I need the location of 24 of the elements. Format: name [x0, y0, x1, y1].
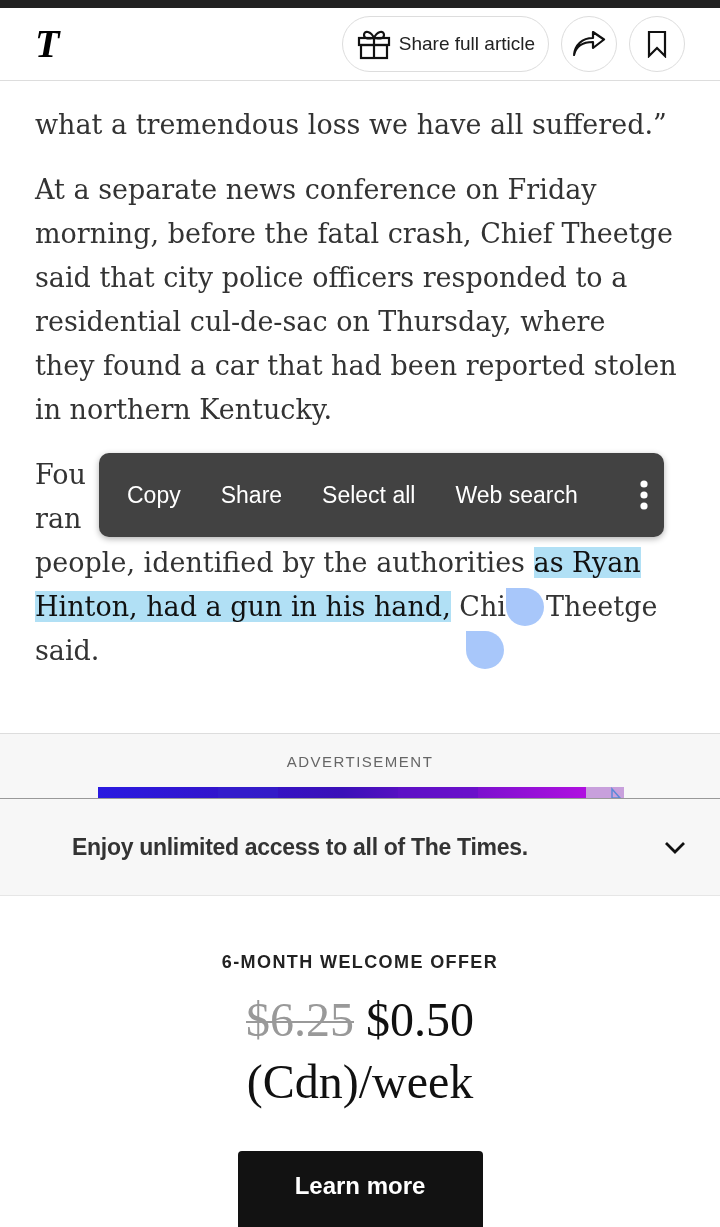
bookmark-button[interactable] — [629, 16, 685, 72]
price-period: (Cdn)/week — [246, 1054, 474, 1111]
article-paragraph: what a tremendous loss we have all suffered.” — [34, 108, 668, 142]
gift-icon — [356, 28, 391, 60]
offer-price: $0.50 — [366, 992, 474, 1048]
learn-more-button[interactable]: Learn more — [237, 1151, 483, 1227]
share-arrow-icon — [572, 31, 606, 57]
share-button[interactable] — [561, 16, 617, 72]
article-paragraph: At a separate news conference on Friday morning, before the fatal crash, Chief Theetge said that city police officers responded to a residential cul-de-sac on Thursday, where they found a car that had been reported stolen in northern Kentucky. — [33, 173, 678, 427]
more-icon — [640, 480, 648, 510]
menu-item[interactable]: Select all — [302, 465, 436, 525]
banner-text: Enjoy unlimited access to all of The Times. — [72, 833, 528, 861]
logo[interactable]: T — [35, 24, 60, 64]
ad-label: ADVERTISEMENT — [285, 752, 435, 771]
selection-handle[interactable] — [466, 631, 504, 669]
chevron-down-icon[interactable] — [664, 840, 686, 854]
menu-item[interactable]: Copy — [107, 465, 201, 525]
selection-handle[interactable] — [506, 588, 544, 626]
offer-title: 6-MONTH WELCOME OFFER — [221, 952, 499, 973]
old-price: $6.25 — [246, 992, 354, 1048]
bookmark-icon — [647, 30, 667, 58]
menu-item[interactable]: Share — [200, 465, 303, 525]
menu-item[interactable]: Web search — [435, 465, 598, 525]
share-article-button[interactable]: Share full article — [341, 16, 549, 72]
